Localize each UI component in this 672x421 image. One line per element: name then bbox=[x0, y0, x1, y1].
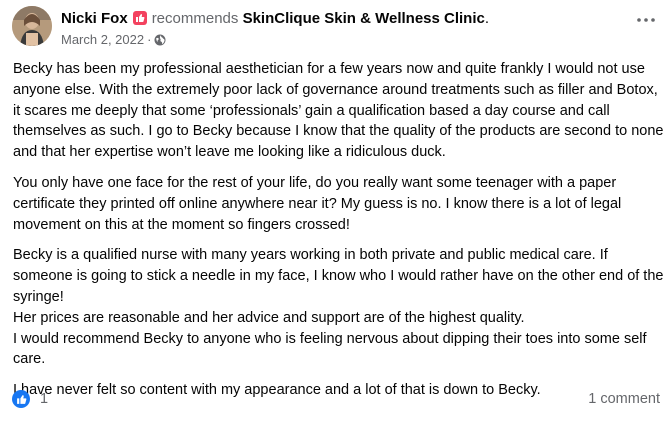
post-meta: March 2, 2022 · bbox=[61, 32, 632, 49]
post-paragraph: I would recommend Becky to anyone who is… bbox=[13, 330, 647, 368]
post-paragraph: You only have one face for the rest of y… bbox=[13, 174, 622, 233]
reactions-summary[interactable]: 1 bbox=[12, 390, 48, 408]
post-body: Becky has been my professional aesthetic… bbox=[13, 59, 665, 411]
reaction-count: 1 bbox=[40, 391, 49, 407]
author-avatar[interactable] bbox=[12, 6, 52, 46]
globe-icon bbox=[154, 34, 166, 49]
post-paragraph: Her prices are reasonable and her advice… bbox=[13, 309, 525, 326]
post-date[interactable]: March 2, 2022 bbox=[61, 32, 144, 47]
meta-separator: · bbox=[147, 32, 152, 47]
page-name-link[interactable]: SkinClique Skin & Wellness Clinic bbox=[243, 10, 485, 27]
recommend-badge-icon bbox=[132, 11, 147, 25]
page-name-period: . bbox=[484, 10, 490, 27]
author-name[interactable]: Nicki Fox bbox=[61, 10, 128, 27]
review-post-card: Nicki Fox recommends SkinClique Skin & We… bbox=[0, 0, 672, 421]
recommends-text: recommends bbox=[151, 10, 239, 27]
more-options-button[interactable] bbox=[634, 6, 658, 30]
post-footer: 1 1 comment bbox=[12, 390, 660, 412]
more-options-icon bbox=[637, 9, 655, 27]
post-paragraph: Becky is a qualified nurse with many yea… bbox=[13, 247, 664, 305]
post-paragraph: Becky has been my professional aesthetic… bbox=[13, 61, 664, 161]
post-header-line: Nicki Fox recommends SkinClique Skin & We… bbox=[61, 10, 632, 28]
comment-count-link[interactable]: 1 comment bbox=[588, 391, 660, 407]
post-header: Nicki Fox recommends SkinClique Skin & We… bbox=[61, 10, 632, 49]
like-icon bbox=[12, 390, 30, 408]
